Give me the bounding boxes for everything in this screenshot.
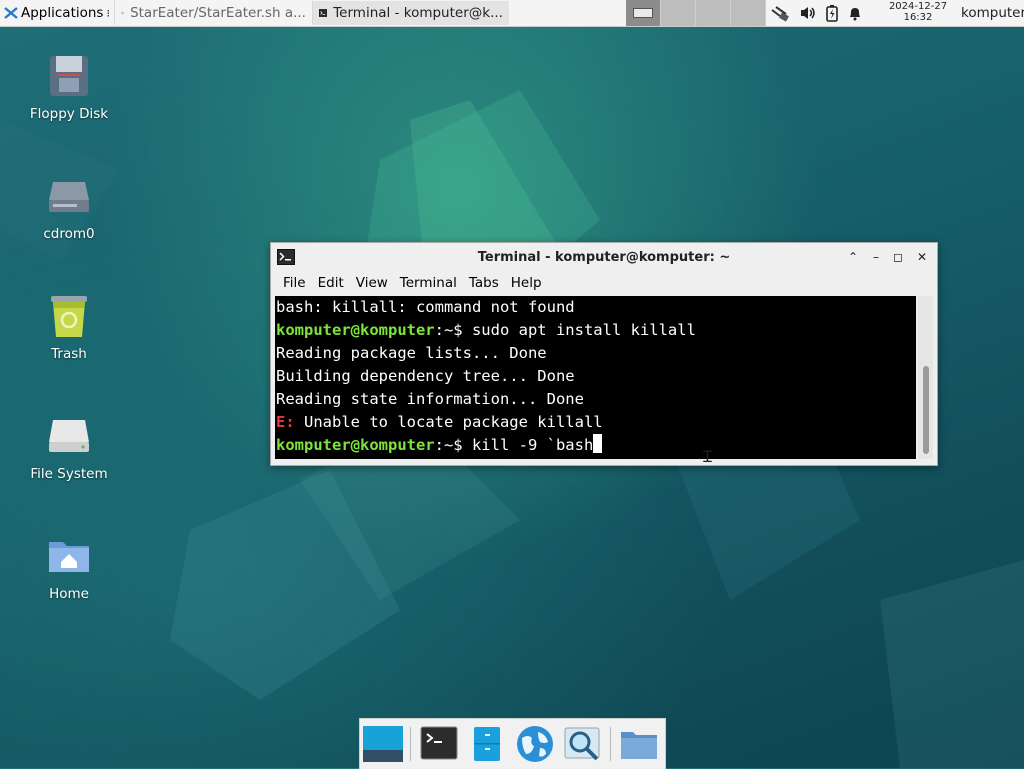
prompt-user: komputer@komputer xyxy=(276,321,435,339)
prompt-path: :~$ xyxy=(434,321,472,339)
system-tray xyxy=(770,0,863,26)
workspace-switcher xyxy=(626,0,766,26)
folder-icon xyxy=(621,732,657,759)
harddisk-icon xyxy=(49,420,89,452)
volume-icon[interactable] xyxy=(799,5,817,21)
clock[interactable]: 2024-12-27 16:32 xyxy=(880,1,956,23)
terminal-prompt-line: komputer@komputer:~$ kill -9 `bash xyxy=(275,434,916,457)
desktop-icon-label: cdrom0 xyxy=(43,226,95,242)
terminal-icon xyxy=(318,9,328,17)
drive-icon xyxy=(49,182,89,212)
error-message: Unable to locate package killall xyxy=(294,413,603,431)
notification-bell-icon[interactable] xyxy=(847,5,863,21)
desktop-icon-trash[interactable]: Trash xyxy=(14,292,124,362)
show-desktop-button[interactable] xyxy=(362,724,404,764)
taskbar-item-terminal[interactable]: Terminal - komputer@k... xyxy=(311,1,509,25)
prompt-path: :~$ xyxy=(434,436,472,454)
desktop-icon-floppy-disk[interactable]: Floppy Disk xyxy=(14,52,124,122)
menu-view[interactable]: View xyxy=(350,275,394,291)
clock-date: 2024-12-27 xyxy=(888,1,948,12)
prompt-command: kill -9 `bash xyxy=(471,436,594,454)
terminal-scrollbar[interactable] xyxy=(918,296,933,459)
desktop-icon-label: File System xyxy=(30,466,108,482)
mouse-ibeam-cursor: Ɪ xyxy=(703,447,712,466)
terminal-line: bash: killall: command not found xyxy=(276,298,575,316)
terminal-window[interactable]: Terminal - komputer@komputer: ~ ⌃ – ◻ ✕ … xyxy=(270,242,938,466)
desktop-icon-label: Trash xyxy=(51,346,87,362)
menu-file[interactable]: File xyxy=(277,275,312,291)
desktop-icon-label: Floppy Disk xyxy=(29,106,109,122)
close-button[interactable]: ✕ xyxy=(915,250,929,264)
desktop-icon-cdrom0[interactable]: cdrom0 xyxy=(14,172,124,242)
bottom-dock xyxy=(359,718,666,769)
dock-separator xyxy=(610,727,611,761)
trash-icon xyxy=(51,296,87,337)
terminal-line: Reading state information... Done xyxy=(276,390,584,408)
dock-separator xyxy=(410,727,411,761)
scrollbar-thumb[interactable] xyxy=(923,366,929,454)
floppy-disk-icon xyxy=(50,56,88,96)
web-browser-icon xyxy=(517,726,553,762)
terminal-icon xyxy=(420,726,458,760)
minimize-button[interactable]: – xyxy=(869,250,883,264)
menu-edit[interactable]: Edit xyxy=(312,275,350,291)
clock-time: 16:32 xyxy=(903,12,933,23)
firefox-icon xyxy=(121,11,124,15)
window-title: Terminal - komputer@komputer: ~ xyxy=(477,250,731,265)
desktop-icon xyxy=(363,726,403,762)
xfce-logo-icon xyxy=(4,7,18,19)
menu-terminal[interactable]: Terminal xyxy=(394,275,463,291)
terminal-prompt-line: komputer@komputer:~$ sudo apt install ki… xyxy=(275,319,916,342)
menu-arrow-icon: ⁝ xyxy=(106,6,110,20)
menu-help[interactable]: Help xyxy=(505,275,548,291)
magnifier-icon xyxy=(564,727,600,761)
taskbar-item-label: StarEater/StarEater.sh a... xyxy=(130,5,306,21)
dock-folder-button[interactable] xyxy=(618,724,660,764)
dock-terminal-button[interactable] xyxy=(418,724,460,764)
battery-icon[interactable] xyxy=(826,4,838,22)
taskbar-item-stareater[interactable]: StarEater/StarEater.sh a... xyxy=(113,1,312,25)
taskbar-item-label: Terminal - komputer@k... xyxy=(333,5,503,21)
dock-app-finder-button[interactable] xyxy=(562,724,604,764)
window-titlebar[interactable]: Terminal - komputer@komputer: ~ ⌃ – ◻ ✕ xyxy=(271,243,937,271)
shade-button[interactable]: ⌃ xyxy=(846,250,860,264)
top-panel: Applications ⁝ StarEater/StarEater.sh a.… xyxy=(0,0,1024,27)
menu-tabs[interactable]: Tabs xyxy=(463,275,505,291)
terminal-output[interactable]: bash: killall: command not found kompute… xyxy=(275,296,916,459)
workspace-1[interactable] xyxy=(626,0,661,26)
terminal-line: Reading package lists... Done xyxy=(276,344,547,362)
error-tag: E: xyxy=(276,413,295,431)
maximize-button[interactable]: ◻ xyxy=(891,250,905,264)
desktop-icon-home[interactable]: Home xyxy=(14,532,124,602)
applications-menu-button[interactable]: Applications ⁝ xyxy=(0,0,114,26)
file-manager-icon xyxy=(474,727,500,761)
home-folder-icon xyxy=(49,542,89,572)
prompt-command: sudo apt install killall xyxy=(471,321,696,339)
terminal-line: Building dependency tree... Done xyxy=(276,367,575,385)
user-menu[interactable]: komputer xyxy=(961,5,1024,21)
text-cursor xyxy=(593,434,603,453)
terminal-error-line: E: Unable to locate package killall xyxy=(275,411,916,434)
network-icon[interactable] xyxy=(770,4,790,22)
workspace-3[interactable] xyxy=(696,0,731,26)
applications-label: Applications xyxy=(21,5,104,21)
prompt-user: komputer@komputer xyxy=(276,436,435,454)
workspace-4[interactable] xyxy=(731,0,766,26)
desktop-icon-file-system[interactable]: File System xyxy=(14,412,124,482)
dock-file-manager-button[interactable] xyxy=(466,724,508,764)
menubar: File Edit View Terminal Tabs Help xyxy=(271,271,937,295)
dock-web-browser-button[interactable] xyxy=(514,724,556,764)
desktop-icon-label: Home xyxy=(49,586,89,602)
workspace-2[interactable] xyxy=(661,0,696,26)
